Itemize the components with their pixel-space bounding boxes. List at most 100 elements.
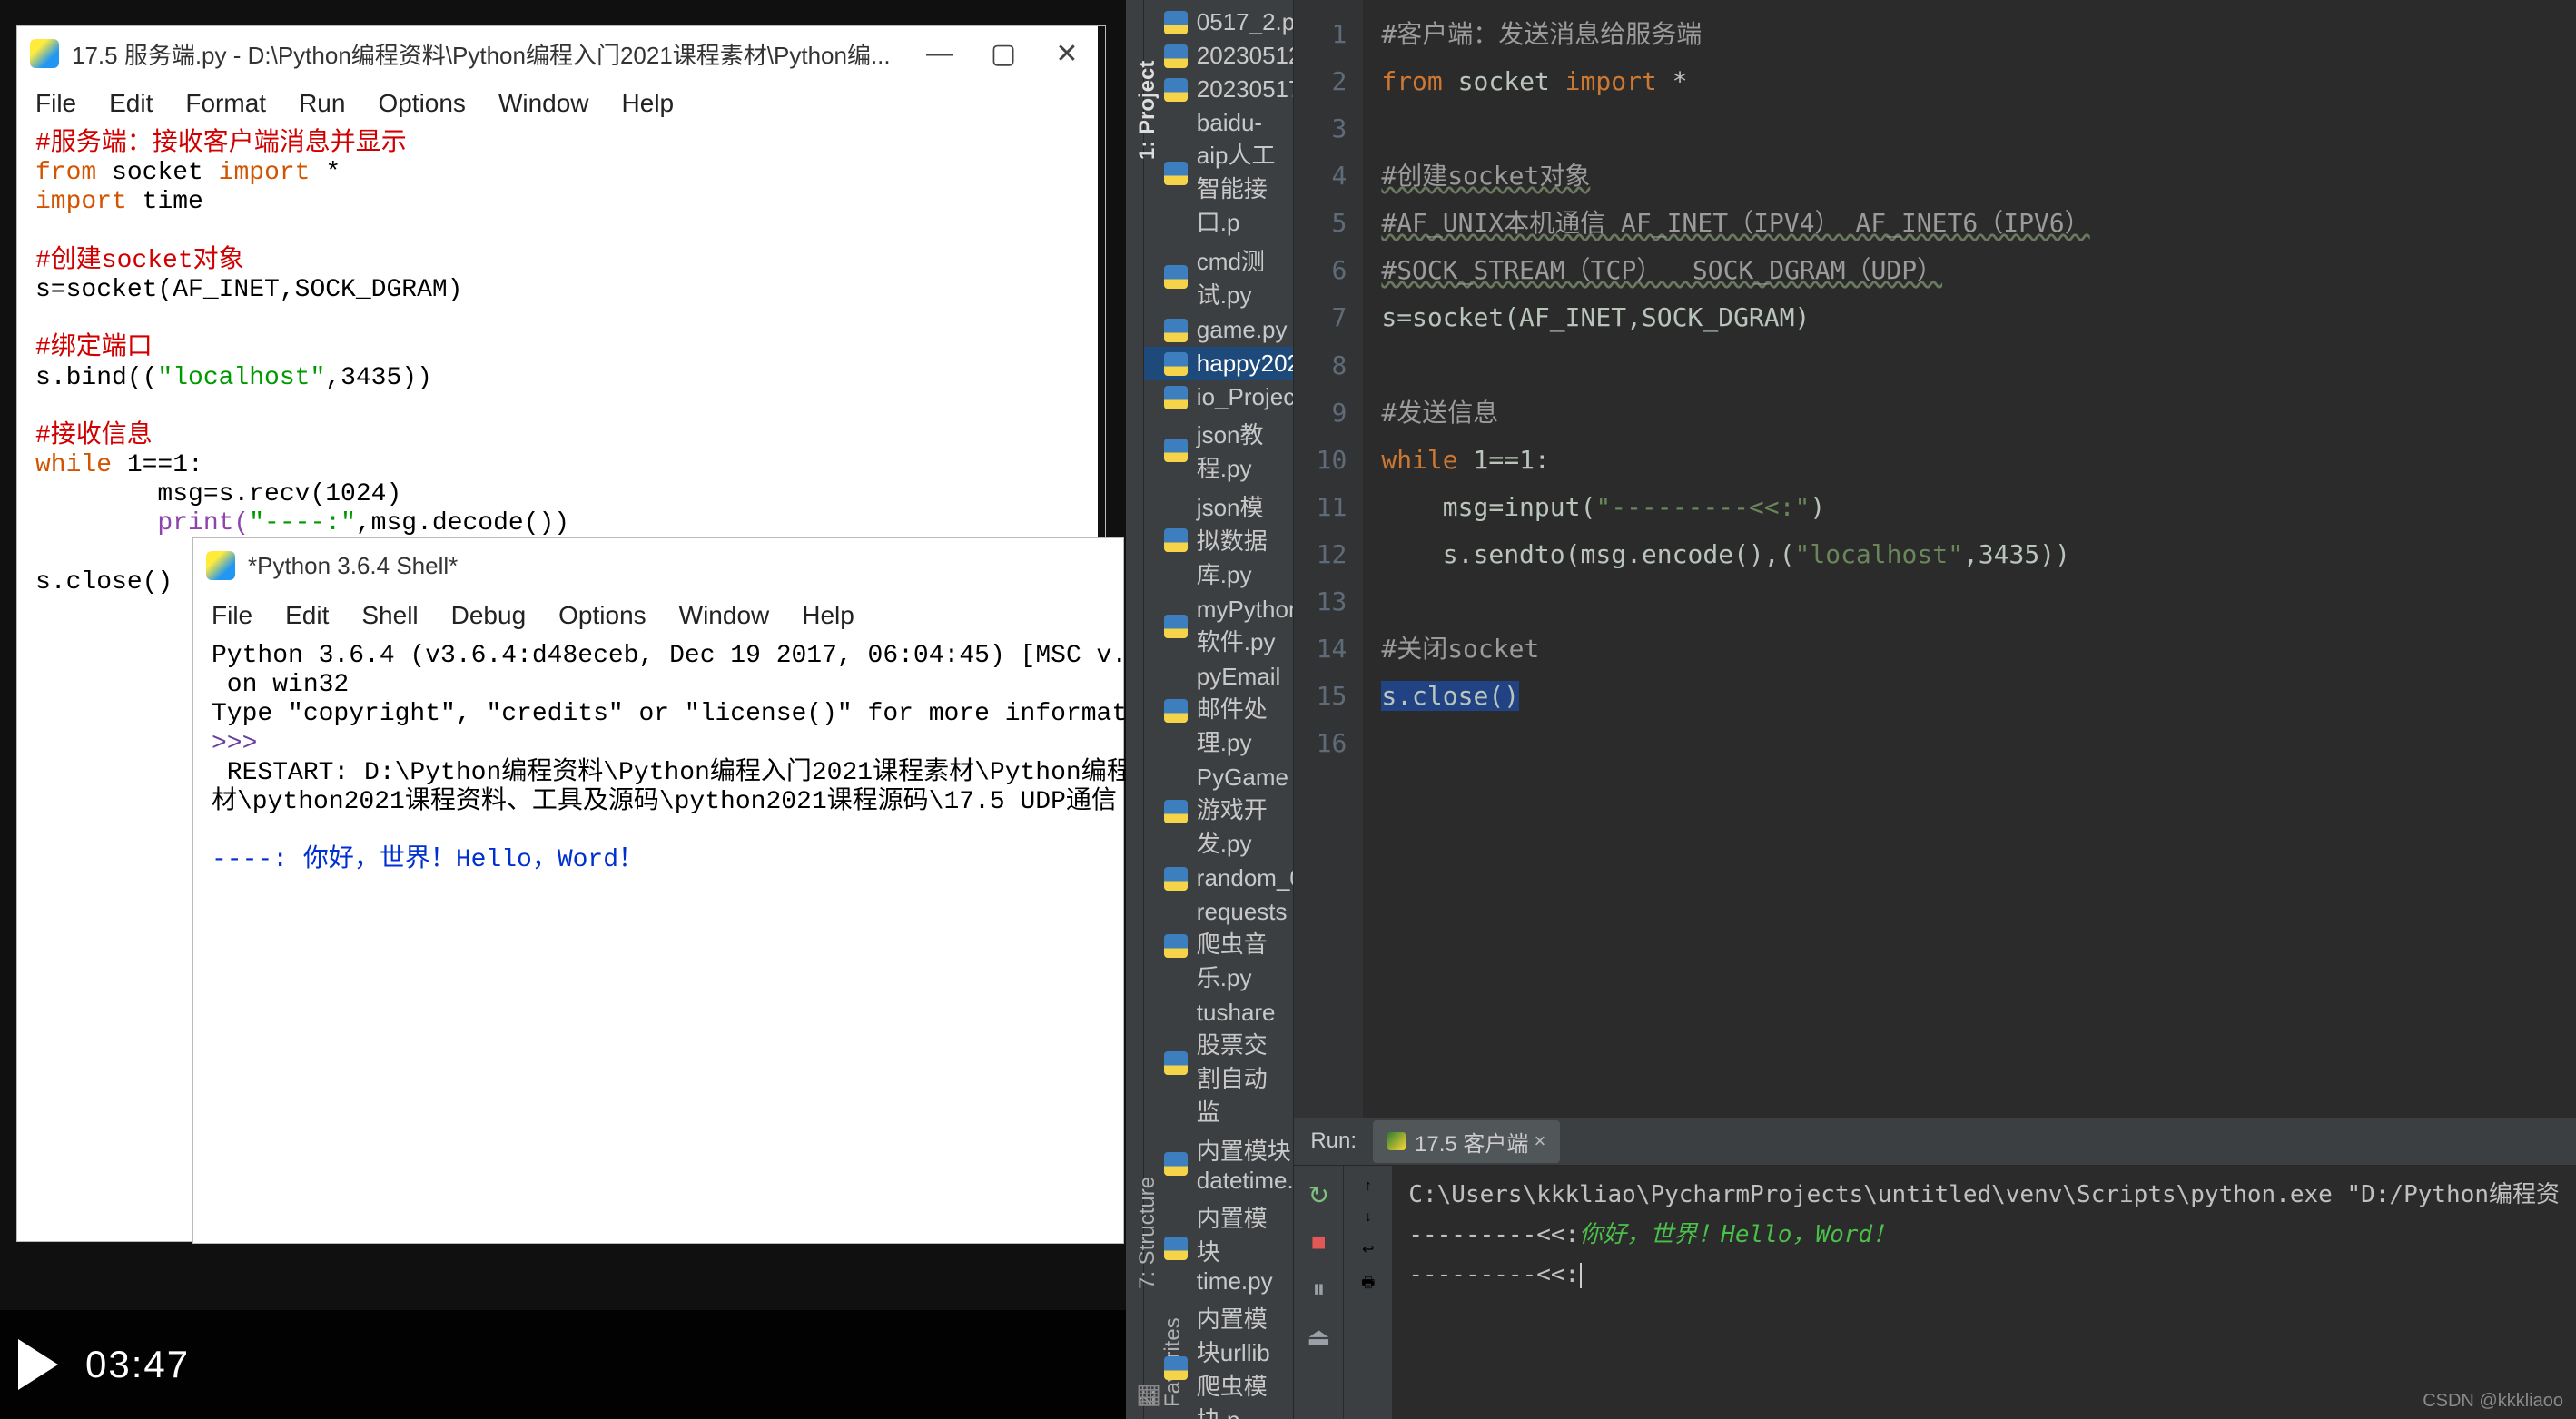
line-number: 15 — [1294, 673, 1347, 720]
tree-item-label: 20230517.py — [1197, 75, 1295, 103]
tree-item[interactable]: happy2023 — [1144, 347, 1294, 380]
tree-item-label: myPython01软件.py — [1197, 596, 1295, 657]
menu-options[interactable]: Options — [558, 601, 646, 630]
idle-server-menu: File Edit Format Run Options Window Help — [17, 81, 1105, 126]
tool-icon[interactable]: ▦ — [1136, 1378, 1161, 1410]
tree-item[interactable]: json模拟数据库.py — [1144, 487, 1294, 593]
tree-item[interactable]: 20230517.py — [1144, 73, 1294, 106]
python-file-icon — [1164, 1152, 1188, 1176]
line-number: 13 — [1294, 578, 1347, 626]
project-tree[interactable]: 0517_2.py 20230512.py 20230517.py baidu-aip… — [1144, 0, 1295, 1419]
python-file-icon — [1164, 1237, 1188, 1260]
tree-item[interactable]: random_0518.py — [1144, 862, 1294, 895]
idle-shell-titlebar[interactable]: *Python 3.6.4 Shell* — [193, 538, 1123, 593]
tree-item-label: tushare股票交割自动监 — [1197, 999, 1287, 1128]
python-file-icon — [1164, 934, 1188, 958]
tree-item[interactable]: game.py — [1144, 313, 1294, 347]
tree-item-label: json模拟数据库.py — [1197, 489, 1287, 590]
tree-item[interactable]: pyEmail邮件处理.py — [1144, 660, 1294, 761]
menu-help[interactable]: Help — [622, 89, 675, 118]
idle-shell-window: *Python 3.6.4 Shell* File Edit Shell Deb… — [192, 537, 1124, 1244]
video-timestamp: 03:47 — [85, 1343, 190, 1386]
stop-icon[interactable]: ■ — [1302, 1226, 1335, 1258]
tree-item-label: pyEmail邮件处理.py — [1197, 663, 1287, 758]
exit-icon[interactable]: ⏏ — [1302, 1320, 1335, 1353]
code-pane[interactable]: #客户端：发送消息给服务端 from socket import * #创建so… — [1363, 0, 2576, 1118]
menu-shell[interactable]: Shell — [361, 601, 418, 630]
editor-area: 12345678910111213141516 #客户端：发送消息给服务端 fr… — [1294, 0, 2576, 1419]
maximize-button[interactable]: ▢ — [978, 35, 1029, 72]
idle-server-title: 17.5 服务端.py - D:\Python编程资料\Python编程入门20… — [72, 37, 902, 71]
play-icon[interactable] — [18, 1339, 58, 1390]
menu-edit[interactable]: Edit — [285, 601, 329, 630]
pause-icon[interactable]: ⏸ — [1302, 1273, 1335, 1306]
tree-item[interactable]: myPython01软件.py — [1144, 593, 1294, 660]
print-icon[interactable]: 🖶 — [1361, 1273, 1375, 1297]
minimize-button[interactable]: — — [914, 35, 965, 72]
menu-format[interactable]: Format — [185, 89, 266, 118]
softwrap-icon[interactable]: ↩ — [1362, 1240, 1374, 1258]
line-number: 16 — [1294, 720, 1347, 767]
tree-item[interactable]: json教程.py — [1144, 414, 1294, 487]
tree-item[interactable]: cmd测试.py — [1144, 241, 1294, 313]
idle-python-icon — [30, 39, 59, 68]
line-number: 4 — [1294, 153, 1347, 200]
line-number: 7 — [1294, 294, 1347, 341]
menu-window[interactable]: Window — [498, 89, 589, 118]
close-button[interactable]: ✕ — [1041, 35, 1092, 72]
sidebar-tab-project[interactable]: 1: Project — [1135, 5, 1160, 160]
tree-item[interactable]: 20230512.py — [1144, 39, 1294, 73]
up-icon[interactable]: ↑ — [1365, 1178, 1372, 1195]
run-tab[interactable]: 17.5 客户端 × — [1373, 1120, 1560, 1163]
tree-item[interactable]: baidu-aip人工智能接口.p — [1144, 106, 1294, 241]
run-tool-window: Run: 17.5 客户端 × ↻ ■ ⏸ ⏏ ↑ ↓ ↩ — [1294, 1118, 2576, 1419]
line-number: 14 — [1294, 626, 1347, 673]
rerun-icon[interactable]: ↻ — [1302, 1178, 1335, 1211]
menu-file[interactable]: File — [35, 89, 76, 118]
tree-item[interactable]: PyGame游戏开发.py — [1144, 761, 1294, 862]
menu-options[interactable]: Options — [378, 89, 466, 118]
tree-item-label: 20230512.py — [1197, 42, 1295, 70]
menu-edit[interactable]: Edit — [109, 89, 153, 118]
cursor — [1580, 1263, 1582, 1288]
tree-item[interactable]: 内置模块time.py — [1144, 1197, 1294, 1298]
video-playback-bar[interactable]: 03:47 — [0, 1310, 1126, 1419]
tree-item[interactable]: 内置模块datetime.py — [1144, 1130, 1294, 1197]
idle-server-titlebar[interactable]: 17.5 服务端.py - D:\Python编程资料\Python编程入门20… — [17, 26, 1105, 81]
tree-item[interactable]: requests爬虫音乐.py — [1144, 895, 1294, 996]
python-file-icon — [1164, 78, 1188, 102]
run-toolbar-1: ↻ ■ ⏸ ⏏ — [1294, 1166, 1343, 1419]
tree-item[interactable]: 0517_2.py — [1144, 5, 1294, 39]
line-number: 10 — [1294, 437, 1347, 484]
menu-debug[interactable]: Debug — [451, 601, 527, 630]
tree-item-label: cmd测试.py — [1197, 243, 1287, 310]
python-file-icon — [1164, 319, 1188, 342]
python-file-icon — [1164, 1356, 1188, 1380]
idle-shell-menu: File Edit Shell Debug Options Window Hel… — [193, 593, 1123, 638]
sidebar-tab-structure[interactable]: 7: Structure — [1135, 1108, 1160, 1289]
down-icon[interactable]: ↓ — [1365, 1209, 1372, 1226]
menu-file[interactable]: File — [212, 601, 252, 630]
python-file-icon — [1164, 44, 1188, 68]
menu-help[interactable]: Help — [802, 601, 854, 630]
tree-item-label: PyGame游戏开发.py — [1197, 764, 1288, 859]
tree-item[interactable]: io_Project.py — [1144, 380, 1294, 414]
python-file-icon — [1164, 265, 1188, 289]
tree-item-label: 内置模块datetime.py — [1197, 1133, 1295, 1195]
pycharm-window: 1: Project 7: Structure 2: Favorites ▦ 0… — [1126, 0, 2576, 1419]
python-file-icon — [1164, 1051, 1188, 1075]
idle-python-icon — [206, 551, 235, 580]
python-file-icon — [1164, 615, 1188, 638]
tree-item-label: 0517_2.py — [1197, 8, 1295, 36]
close-tab-icon[interactable]: × — [1534, 1129, 1545, 1153]
watermark: CSDN @kkkliaoo — [2423, 1391, 2563, 1412]
tree-item[interactable]: tushare股票交割自动监 — [1144, 996, 1294, 1130]
tree-item-label: 内置模块urllib爬虫模块.p — [1197, 1301, 1287, 1419]
run-console[interactable]: C:\Users\kkkliao\PycharmProjects\untitle… — [1392, 1166, 2576, 1419]
menu-run[interactable]: Run — [299, 89, 345, 118]
line-number-gutter: 12345678910111213141516 — [1294, 0, 1363, 1118]
python-file-icon — [1164, 800, 1188, 823]
line-number: 3 — [1294, 105, 1347, 153]
idle-shell-output[interactable]: Python 3.6.4 (v3.6.4:d48eceb, Dec 19 201… — [193, 638, 1123, 894]
menu-window[interactable]: Window — [679, 601, 770, 630]
